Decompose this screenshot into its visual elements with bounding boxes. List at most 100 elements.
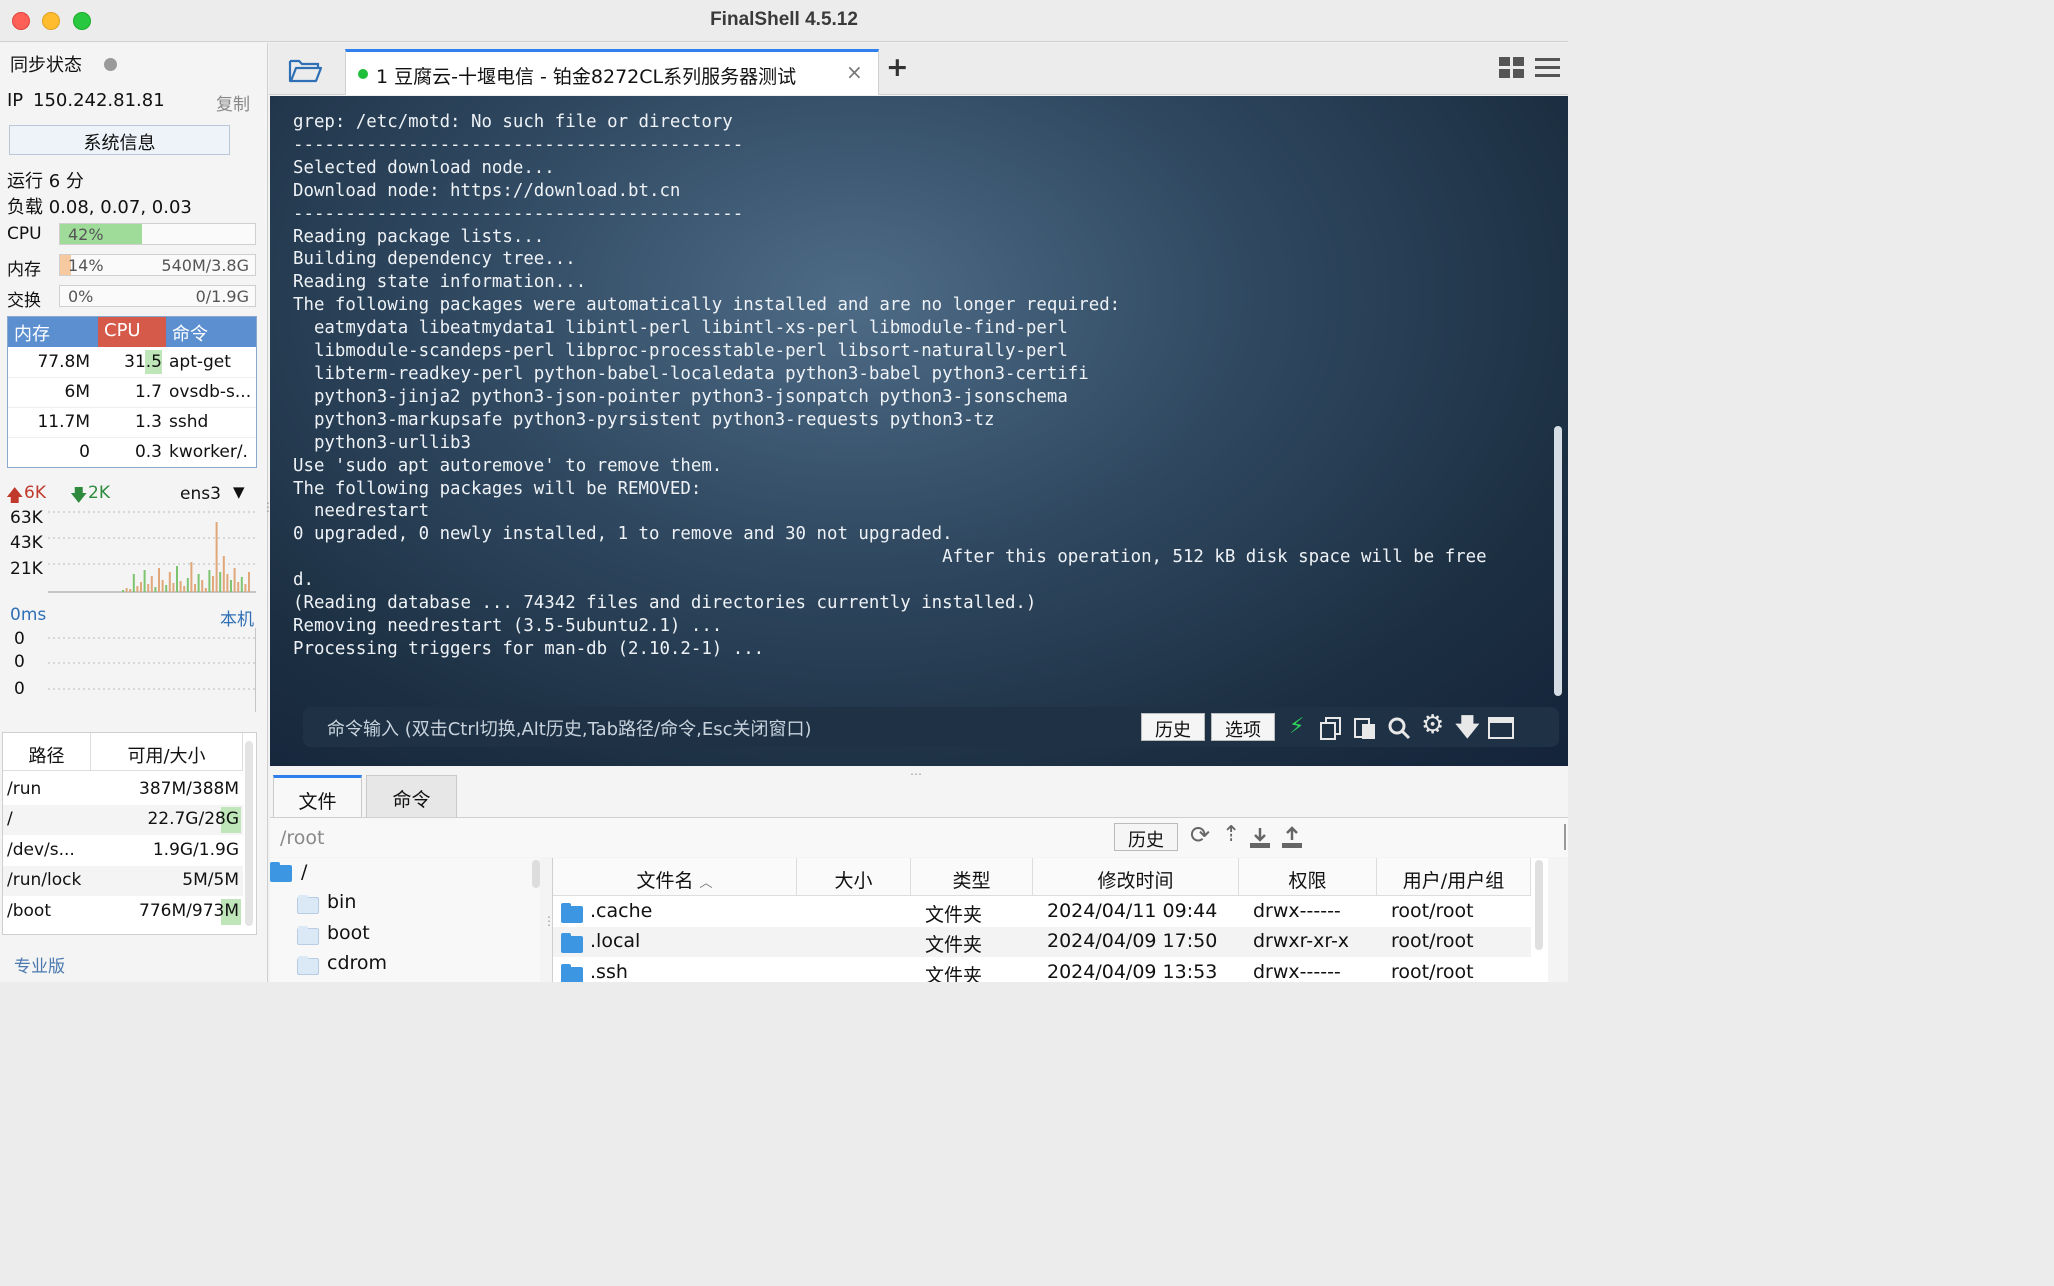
gear-icon[interactable]: ⚙ [1421,710,1444,740]
file-list-scrollbar[interactable] [1535,860,1543,950]
session-tab[interactable]: 1 豆腐云-十堰电信 - 铂金8272CL系列服务器测试 × [345,49,879,95]
terminal-output[interactable]: grep: /etc/motd: No such file or directo… [293,111,1533,661]
tree-scrollbar[interactable] [532,860,540,888]
ip-label: IP [7,90,24,111]
terminal-line: The following packages were automaticall… [293,295,1121,316]
split-handle-icon[interactable]: ⋯ [910,767,923,781]
options-button[interactable]: 选项 [1211,713,1275,741]
disk-size: 1.9G/1.9G [152,840,239,860]
tree-item[interactable]: cdrom [270,949,530,979]
chevron-down-icon[interactable]: ▼ [233,483,245,501]
copy-ip-button[interactable]: 复制 [216,90,250,115]
latency-y-label: 0 [14,652,25,672]
file-name: .ssh [590,961,628,982]
file-row[interactable]: .local 文件夹 2024/04/09 17:50 drwxr-xr-x r… [553,927,1531,957]
disk-row[interactable]: / 22.7G/28G [3,805,243,835]
menu-icon[interactable] [1535,57,1560,79]
command-input-placeholder[interactable]: 命令输入 (双击Ctrl切换,Alt历史,Tab路径/命令,Esc关闭窗口) [327,715,812,741]
file-list: 文件名 ︿ 大小 类型 修改时间 权限 用户/用户组 .cache 文件夹 20… [552,858,1548,982]
add-tab-icon[interactable]: + [886,52,909,83]
disk-header-size[interactable]: 可用/大小 [91,733,243,771]
system-info-button[interactable]: 系统信息 [9,125,230,155]
file-owner: root/root [1391,930,1474,952]
terminal-line: 0 upgraded, 0 newly installed, 1 to remo… [293,524,953,545]
file-row[interactable]: .ssh 文件夹 2024/04/09 13:53 drwx------ roo… [553,958,1531,982]
disk-table: 路径 可用/大小 /run 387M/388M / 22.7G/28G /dev… [2,732,257,935]
file-permission: drwx------ [1253,900,1341,922]
traffic-bar [248,572,250,592]
network-interface-select[interactable]: ens3 [180,484,221,504]
copy-icon[interactable] [1319,716,1343,740]
arrow-down-icon[interactable]: 🡇 [1455,710,1480,751]
disk-header-path[interactable]: 路径 [3,733,91,771]
tree-item[interactable]: boot [270,919,530,949]
file-header-permission[interactable]: 权限 [1239,858,1377,896]
tab-files[interactable]: 文件 [273,775,362,817]
disk-row[interactable]: /dev/s... 1.9G/1.9G [3,836,243,866]
terminal-scrollbar[interactable] [1554,426,1562,696]
file-header-size[interactable]: 大小 [797,858,911,896]
swap-percent: 0% [68,287,94,306]
window-icon[interactable] [1488,717,1514,739]
traffic-bar [194,584,196,592]
memory-label: 内存 [7,260,41,280]
path-input[interactable]: /root [280,827,325,849]
folder-icon [561,933,583,953]
process-header-cpu[interactable]: CPU [98,317,166,347]
tree-item[interactable]: / [270,858,530,888]
session-tab-label: 1 豆腐云-十堰电信 - 铂金8272CL系列服务器测试 [376,66,797,88]
close-tab-icon[interactable]: × [846,60,863,84]
path-history-button[interactable]: 历史 [1114,823,1178,851]
disk-row[interactable]: /boot 776M/973M [3,897,243,927]
download-speed: 2K [88,483,110,503]
disk-path: /boot [7,901,51,921]
file-permission: drwx------ [1253,961,1341,982]
terminal-line: Processing triggers for man-db (2.10.2-1… [293,638,765,659]
process-header-memory[interactable]: 内存 [8,317,98,347]
terminal-line: Use 'sudo apt autoremove' to remove them… [293,455,723,476]
process-row[interactable]: 0 0.3 kworker/. [8,438,256,467]
folder-open-icon[interactable] [287,55,323,85]
refresh-icon[interactable]: ⟳ [1190,821,1210,849]
process-row[interactable]: 6M 1.7 ovsdb-s... [8,378,256,408]
tree-item[interactable]: bin [270,888,530,918]
paste-icon[interactable] [1353,716,1377,740]
disk-size: 387M/388M [139,779,239,799]
file-header-mtime[interactable]: 修改时间 [1033,858,1239,896]
lightning-icon[interactable]: ⚡ [1289,714,1304,739]
disk-row[interactable]: /run 387M/388M [3,775,243,805]
traffic-bar [186,578,189,592]
tab-commands[interactable]: 命令 [366,775,457,817]
traffic-bar [136,586,139,592]
file-header-owner[interactable]: 用户/用户组 [1377,858,1531,896]
latency-value: 0ms [10,605,47,625]
folder-icon [561,903,583,923]
memory-value: 540M/3.8G [161,256,249,275]
disk-row[interactable]: /run/lock 5M/5M [3,866,243,896]
disk-scrollbar[interactable] [245,741,253,926]
process-header-command[interactable]: 命令 [166,317,256,347]
file-row[interactable]: .cache 文件夹 2024/04/11 09:44 drwx------ r… [553,897,1531,927]
process-row[interactable]: 77.8M 31.5 apt-get [8,348,256,378]
process-row[interactable]: 11.7M 1.3 sshd [8,408,256,438]
parent-folder-icon[interactable]: ⇡ [1222,822,1240,847]
terminal-line: Download node: https://download.bt.cn [293,180,681,201]
latency-y-label: 0 [14,629,25,649]
layout-grid-icon[interactable] [1499,57,1524,79]
traffic-bar [233,568,236,592]
terminal-line: python3-markupsafe python3-pyrsistent py… [293,409,995,430]
traffic-bar [168,572,171,592]
download-icon[interactable] [1248,826,1272,850]
history-button[interactable]: 历史 [1141,713,1205,741]
command-input-bar[interactable]: 命令输入 (双击Ctrl切换,Alt历史,Tab路径/命令,Esc关闭窗口) 历… [303,707,1559,747]
traffic-bar [201,580,204,592]
terminal[interactable]: grep: /etc/motd: No such file or directo… [270,96,1568,766]
search-icon[interactable] [1387,716,1411,740]
edition-label[interactable]: 专业版 [14,952,65,977]
uptime-text: 运行 6 分 [7,171,84,192]
connection-status-dot-icon [358,69,368,79]
upload-icon[interactable] [1280,826,1304,850]
latency-target[interactable]: 本机 [220,605,254,630]
file-header-type[interactable]: 类型 [911,858,1033,896]
file-header-name[interactable]: 文件名 ︿ [553,858,797,896]
